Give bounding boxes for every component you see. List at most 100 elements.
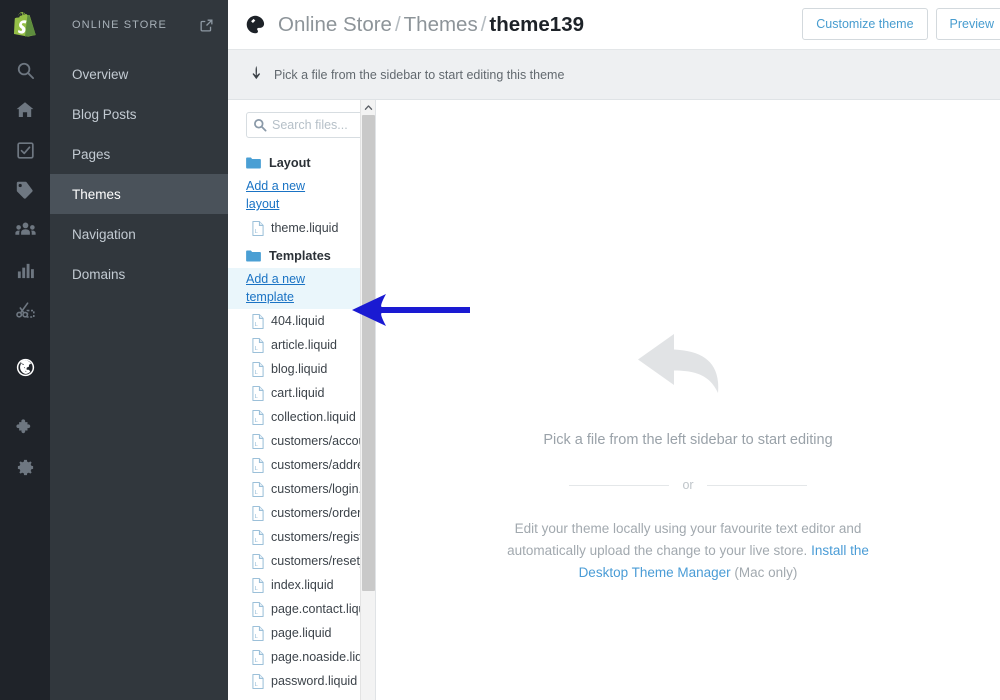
- file-item-page-noaside[interactable]: Lpage.noaside.liquid: [246, 645, 375, 669]
- file-group-label: Layout: [269, 156, 311, 170]
- file-item-page-contact[interactable]: Lpage.contact.liquid: [246, 597, 375, 621]
- liquid-file-icon: L: [252, 361, 264, 377]
- settings-gear-icon[interactable]: [0, 447, 50, 487]
- file-item-customers-addresses[interactable]: Lcustomers/addresses.liquid: [246, 453, 375, 477]
- breadcrumb: Online Store / Themes / theme139: [278, 13, 584, 37]
- file-item-page[interactable]: Lpage.liquid: [246, 621, 375, 645]
- liquid-file-icon: L: [252, 433, 264, 449]
- page-title: theme139: [489, 12, 585, 36]
- desc-before-text: Edit your theme locally using your favou…: [507, 521, 862, 558]
- file-item-customers-account[interactable]: Lcustomers/account.liquid: [246, 429, 375, 453]
- file-label: blog.liquid: [271, 362, 328, 376]
- search-files-box[interactable]: [246, 112, 365, 138]
- analytics-bar-icon[interactable]: [0, 250, 50, 290]
- svg-text:L: L: [255, 682, 258, 688]
- liquid-file-icon: L: [252, 553, 264, 569]
- file-item-customers-register[interactable]: Lcustomers/register.liquid: [246, 525, 375, 549]
- editor-empty-pane: Pick a file from the left sidebar to sta…: [376, 100, 1000, 700]
- sidebar-item-themes[interactable]: Themes: [50, 174, 228, 214]
- global-icon-rail: [0, 0, 50, 700]
- main-region: Online Store / Themes / theme139 Customize t…: [228, 0, 1000, 700]
- file-item-cart[interactable]: Lcart.liquid: [246, 381, 375, 405]
- breadcrumb-themes[interactable]: Themes: [404, 13, 478, 36]
- file-sidebar-scrollbar[interactable]: [360, 100, 375, 700]
- editor-body: Layout Add a new layout L theme.liquid: [228, 100, 1000, 700]
- liquid-file-icon: L: [252, 457, 264, 473]
- svg-text:L: L: [255, 490, 258, 496]
- external-link-icon[interactable]: [199, 18, 214, 33]
- nav-section-title: ONLINE STORE: [72, 19, 167, 31]
- products-tag-icon[interactable]: [0, 170, 50, 210]
- shopify-logo[interactable]: [0, 0, 50, 50]
- customers-icon[interactable]: [0, 210, 50, 250]
- breadcrumb-separator: /: [394, 12, 401, 36]
- sidebar-item-label: Overview: [72, 66, 129, 82]
- add-a-new-layout-link[interactable]: Add a new layout: [246, 175, 320, 216]
- sidebar-item-domains[interactable]: Domains: [50, 254, 228, 294]
- search-icon[interactable]: [0, 50, 50, 90]
- nav-header: ONLINE STORE: [50, 0, 228, 50]
- svg-text:L: L: [255, 586, 258, 592]
- sidebar-item-label: Pages: [72, 146, 111, 162]
- file-item-404[interactable]: L 404.liquid: [246, 309, 375, 333]
- or-divider: or: [478, 478, 898, 492]
- apps-puzzle-icon[interactable]: [0, 407, 50, 447]
- file-item-article[interactable]: Larticle.liquid: [246, 333, 375, 357]
- svg-text:L: L: [255, 610, 258, 616]
- svg-text:L: L: [255, 370, 258, 376]
- add-new-layout-row: Add a new layout: [246, 175, 375, 216]
- sidebar-item-label: Domains: [72, 266, 126, 282]
- customize-theme-button[interactable]: Customize theme: [802, 8, 928, 40]
- scrollbar-thumb[interactable]: [362, 115, 375, 591]
- notice-text: Pick a file from the sidebar to start ed…: [274, 67, 565, 82]
- file-label: cart.liquid: [271, 386, 325, 400]
- svg-text:L: L: [255, 346, 258, 352]
- file-item-index[interactable]: Lindex.liquid: [246, 573, 375, 597]
- sidebar-item-label: Blog Posts: [72, 106, 137, 122]
- back-arrow-icon: [478, 332, 898, 394]
- file-item-blog[interactable]: Lblog.liquid: [246, 357, 375, 381]
- file-group-label: Templates: [269, 249, 331, 263]
- home-icon[interactable]: [0, 90, 50, 130]
- breadcrumb-online-store[interactable]: Online Store: [278, 13, 392, 36]
- empty-state: Pick a file from the left sidebar to sta…: [478, 332, 898, 584]
- search-input[interactable]: [272, 118, 358, 132]
- file-group-layout: Layout: [246, 151, 375, 175]
- liquid-file-icon: L: [252, 337, 264, 353]
- sidebar-item-pages[interactable]: Pages: [50, 134, 228, 174]
- liquid-file-icon: L: [252, 505, 264, 521]
- liquid-file-icon: L: [252, 649, 264, 665]
- sidebar-item-label: Navigation: [72, 226, 136, 242]
- file-item-customers-login[interactable]: Lcustomers/login.liquid: [246, 477, 375, 501]
- file-item-password[interactable]: Lpassword.liquid: [246, 669, 375, 693]
- liquid-file-icon: L: [252, 529, 264, 545]
- topbar-actions: Customize theme Preview: [802, 8, 1000, 40]
- sidebar-item-navigation[interactable]: Navigation: [50, 214, 228, 254]
- online-store-nav-sidebar: ONLINE STORE Overview Blog Posts Pages T…: [50, 0, 228, 700]
- file-item-theme-liquid[interactable]: L theme.liquid: [246, 216, 375, 240]
- sidebar-item-blog-posts[interactable]: Blog Posts: [50, 94, 228, 134]
- svg-text:L: L: [255, 538, 258, 544]
- file-item-customers-reset-password[interactable]: Lcustomers/reset_password.liquid: [246, 549, 375, 573]
- file-group-templates: Templates: [246, 244, 375, 268]
- liquid-file-icon: L: [252, 481, 264, 497]
- shopify-theme-editor: ONLINE STORE Overview Blog Posts Pages T…: [0, 0, 1000, 700]
- discounts-scissors-icon[interactable]: [0, 290, 50, 330]
- sidebar-item-overview[interactable]: Overview: [50, 54, 228, 94]
- notice-bar: Pick a file from the sidebar to start ed…: [228, 50, 1000, 100]
- file-label: theme.liquid: [271, 221, 339, 235]
- svg-text:L: L: [255, 658, 258, 664]
- breadcrumb-separator-2: /: [480, 12, 487, 36]
- liquid-file-icon: L: [252, 385, 264, 401]
- file-item-collection[interactable]: Lcollection.liquid: [246, 405, 375, 429]
- sidebar-item-label: Themes: [72, 186, 121, 202]
- liquid-file-icon: L: [252, 673, 264, 689]
- liquid-file-icon: L: [252, 409, 264, 425]
- online-store-globe-icon[interactable]: [0, 347, 50, 387]
- file-item-customers-order[interactable]: Lcustomers/order.liquid: [246, 501, 375, 525]
- svg-text:L: L: [255, 418, 258, 424]
- preview-button[interactable]: Preview: [935, 8, 1000, 40]
- add-a-new-template-link[interactable]: Add a new template: [246, 268, 320, 309]
- orders-icon[interactable]: [0, 130, 50, 170]
- scroll-up-button[interactable]: [361, 100, 375, 115]
